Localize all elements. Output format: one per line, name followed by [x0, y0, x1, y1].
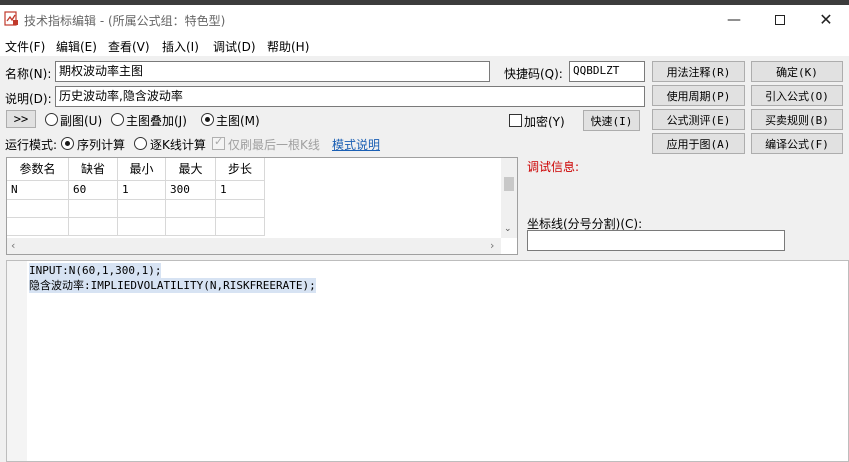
- formula-eval-button[interactable]: 公式测评(E): [652, 109, 745, 130]
- desc-label: 说明(D):: [5, 92, 52, 106]
- refresh-last-checkbox[interactable]: [212, 135, 225, 150]
- compile-button[interactable]: 编译公式(F): [751, 133, 843, 154]
- minimize-icon: —: [727, 11, 741, 28]
- params-horizontal-scrollbar[interactable]: ‹ ›: [7, 238, 501, 254]
- table-row-cell[interactable]: 1: [216, 181, 265, 200]
- usage-note-button[interactable]: 用法注释(R): [652, 61, 745, 82]
- table-row-empty[interactable]: [69, 218, 118, 236]
- chevron-down-icon[interactable]: ⌄: [504, 224, 512, 234]
- close-button[interactable]: ✕: [803, 5, 849, 34]
- code-line-1[interactable]: INPUT:N(60,1,300,1);: [29, 263, 162, 278]
- shortcut-label: 快捷码(Q):: [504, 67, 563, 81]
- expand-button[interactable]: >>: [6, 110, 36, 128]
- table-row-empty[interactable]: [118, 200, 166, 218]
- code-line-2[interactable]: 隐含波动率:IMPLIEDVOLATILITY(N,RISKFREERATE);: [29, 278, 316, 293]
- table-row-empty[interactable]: [118, 218, 166, 236]
- table-row-empty[interactable]: [7, 218, 69, 236]
- minimize-button[interactable]: —: [711, 5, 757, 34]
- radio-sub-chart-label: 副图(U): [60, 114, 103, 128]
- use-period-button[interactable]: 使用周期(P): [652, 85, 745, 106]
- params-grid: 参数名 缺省 最小 最大 步长 N 60 1 300 1 ⌄ ‹ ›: [6, 157, 518, 255]
- radio-run-step[interactable]: [134, 137, 147, 150]
- params-header-max: 最大: [166, 158, 216, 181]
- params-vscroll-thumb[interactable]: [504, 177, 514, 191]
- name-input[interactable]: 期权波动率主图: [55, 61, 490, 82]
- table-row-cell[interactable]: 1: [118, 181, 166, 200]
- radio-run-step-label: 逐K线计算: [150, 138, 206, 152]
- quick-button[interactable]: 快速(I): [583, 110, 640, 131]
- params-header-step: 步长: [216, 158, 265, 181]
- table-row-empty[interactable]: [166, 218, 216, 236]
- params-header-min: 最小: [118, 158, 166, 181]
- menu-debug[interactable]: 调试(D): [213, 38, 256, 55]
- params-vertical-scrollbar[interactable]: ⌄: [501, 158, 517, 238]
- mode-help-link[interactable]: 模式说明: [332, 136, 380, 153]
- apply-chart-button[interactable]: 应用于图(A): [652, 133, 745, 154]
- window-title: 技术指标编辑 - (所属公式组：特色型): [24, 14, 226, 28]
- desc-input[interactable]: 历史波动率,隐含波动率: [55, 86, 645, 107]
- refresh-last-label: 仅刷最后一根K线: [228, 138, 320, 152]
- trade-rules-button[interactable]: 买卖规则(B): [751, 109, 843, 130]
- radio-main-overlay-label: 主图叠加(J): [126, 114, 187, 128]
- editor-gutter: [7, 261, 27, 461]
- import-formula-button[interactable]: 引入公式(O): [751, 85, 843, 106]
- menu-file[interactable]: 文件(F): [5, 38, 45, 55]
- chevron-left-icon[interactable]: ‹: [11, 239, 15, 252]
- maximize-button[interactable]: [757, 5, 803, 34]
- menu-help[interactable]: 帮助(H): [267, 38, 309, 55]
- radio-main-overlay[interactable]: [111, 113, 124, 126]
- shortcut-input[interactable]: QQBDLZT: [569, 61, 645, 82]
- table-row-empty[interactable]: [216, 200, 265, 218]
- app-icon: [4, 11, 18, 26]
- close-icon: ✕: [819, 10, 833, 29]
- menu-edit[interactable]: 编辑(E): [56, 38, 97, 55]
- chevron-right-icon[interactable]: ›: [490, 239, 494, 252]
- code-editor[interactable]: INPUT:N(60,1,300,1); 隐含波动率:IMPLIEDVOLATI…: [6, 260, 849, 462]
- params-header-name: 参数名: [7, 158, 69, 181]
- menu-view[interactable]: 查看(V): [108, 38, 150, 55]
- encrypt-label: 加密(Y): [524, 115, 565, 129]
- radio-main-chart-label: 主图(M): [216, 114, 260, 128]
- table-row-empty[interactable]: [7, 200, 69, 218]
- confirm-button[interactable]: 确定(K): [751, 61, 843, 82]
- table-row-cell[interactable]: 60: [69, 181, 118, 200]
- table-row-cell[interactable]: 300: [166, 181, 216, 200]
- table-row-cell[interactable]: N: [7, 181, 69, 200]
- radio-run-sequence-label: 序列计算: [77, 138, 126, 152]
- radio-main-chart[interactable]: [201, 113, 214, 126]
- radio-run-sequence[interactable]: [61, 137, 74, 150]
- table-row-empty[interactable]: [216, 218, 265, 236]
- axis-line-input[interactable]: [527, 230, 785, 251]
- table-row-empty[interactable]: [166, 200, 216, 218]
- table-row-empty[interactable]: [69, 200, 118, 218]
- maximize-icon: [775, 14, 785, 25]
- params-header-default: 缺省: [69, 158, 118, 181]
- encrypt-checkbox[interactable]: [509, 114, 522, 127]
- debug-info-label: 调试信息:: [527, 160, 580, 174]
- run-mode-label: 运行模式:: [5, 138, 58, 152]
- radio-sub-chart[interactable]: [45, 113, 58, 126]
- menu-insert[interactable]: 插入(I): [162, 38, 199, 55]
- name-label: 名称(N):: [5, 67, 52, 81]
